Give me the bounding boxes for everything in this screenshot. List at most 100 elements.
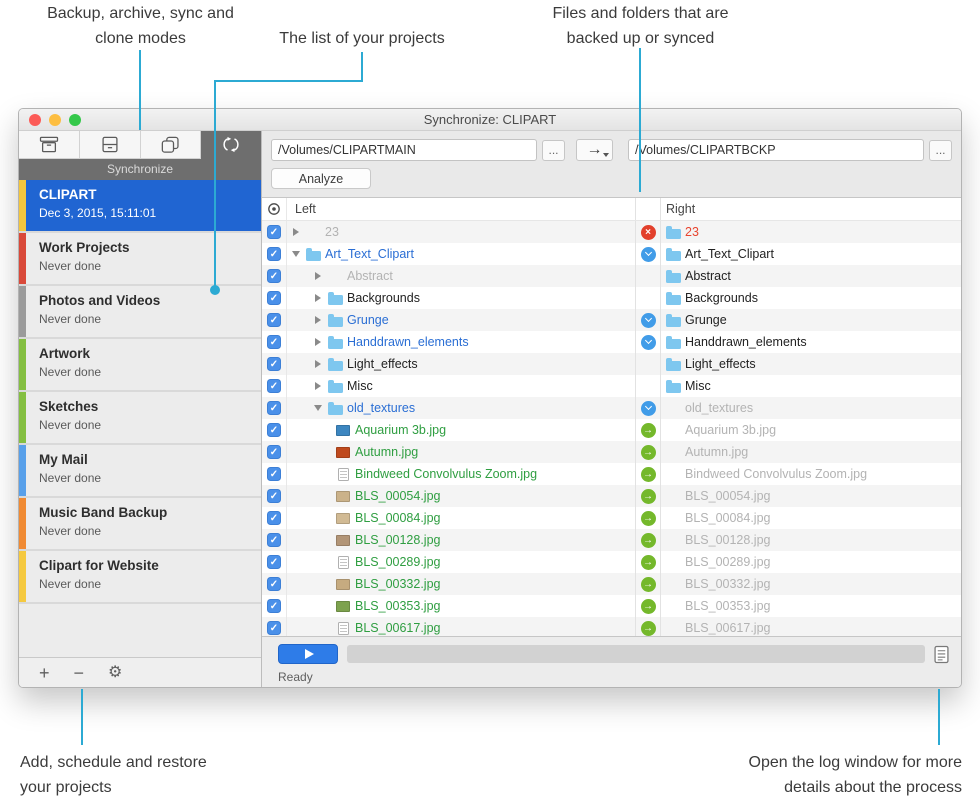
- zoom-window-button[interactable]: [69, 114, 81, 126]
- sync-direction-button[interactable]: →: [576, 139, 613, 161]
- add-project-button[interactable]: +: [39, 664, 50, 682]
- window-titlebar[interactable]: Synchronize: CLIPART: [19, 109, 961, 131]
- left-file-icon: [327, 336, 343, 349]
- right-item-name: Bindweed Convolvulus Zoom.jpg: [685, 467, 867, 481]
- project-item[interactable]: Clipart for Website Never done: [19, 551, 261, 602]
- right-item-name: BLS_00054.jpg: [685, 489, 771, 503]
- project-status: Dec 3, 2015, 15:11:01: [39, 206, 156, 220]
- disclosure-triangle-icon[interactable]: [292, 251, 300, 257]
- file-row[interactable]: ✓ Autumn.jpg → Autumn.jpg: [262, 441, 961, 463]
- file-row[interactable]: ✓ old_textures old_textures: [262, 397, 961, 419]
- row-checkbox[interactable]: ✓: [267, 357, 281, 371]
- file-row[interactable]: ✓ Bindweed Convolvulus Zoom.jpg → Bindwe…: [262, 463, 961, 485]
- open-log-button[interactable]: [934, 645, 949, 664]
- left-file-icon: [335, 579, 351, 590]
- file-row[interactable]: ✓ Aquarium 3b.jpg → Aquarium 3b.jpg: [262, 419, 961, 441]
- row-checkbox[interactable]: ✓: [267, 379, 281, 393]
- right-item-name: BLS_00617.jpg: [685, 621, 771, 635]
- left-item-name: Art_Text_Clipart: [325, 247, 414, 261]
- file-row[interactable]: ✓ Handdrawn_elements Handdrawn_elements: [262, 331, 961, 353]
- tab-archive-mode[interactable]: [80, 131, 141, 159]
- file-row[interactable]: ✓ BLS_00128.jpg → BLS_00128.jpg: [262, 529, 961, 551]
- row-checkbox[interactable]: ✓: [267, 423, 281, 437]
- file-row[interactable]: ✓ Backgrounds Backgrounds: [262, 287, 961, 309]
- file-row[interactable]: ✓ BLS_00289.jpg → BLS_00289.jpg: [262, 551, 961, 573]
- row-checkbox[interactable]: ✓: [267, 621, 281, 635]
- disclosure-triangle-icon[interactable]: [314, 405, 322, 411]
- disclosure-triangle-icon[interactable]: [315, 338, 321, 346]
- file-row[interactable]: ✓ Grunge Grunge: [262, 309, 961, 331]
- file-row[interactable]: ✓ BLS_00353.jpg → BLS_00353.jpg: [262, 595, 961, 617]
- right-path-input[interactable]: [628, 139, 924, 161]
- row-checkbox[interactable]: ✓: [267, 401, 281, 415]
- tab-sync-mode[interactable]: [201, 131, 261, 159]
- file-row[interactable]: ✓ Art_Text_Clipart Art_Text_Clipart: [262, 243, 961, 265]
- disclosure-triangle-icon[interactable]: [293, 228, 299, 236]
- project-item[interactable]: CLIPART Dec 3, 2015, 15:11:01: [19, 180, 261, 231]
- row-checkbox[interactable]: ✓: [267, 445, 281, 459]
- row-checkbox[interactable]: ✓: [267, 577, 281, 591]
- row-checkbox[interactable]: ✓: [267, 555, 281, 569]
- tab-clone-mode[interactable]: [141, 131, 202, 159]
- file-row[interactable]: ✓ BLS_00084.jpg → BLS_00084.jpg: [262, 507, 961, 529]
- tab-backup-mode[interactable]: [19, 131, 80, 159]
- gear-icon[interactable]: ⚙: [108, 664, 122, 682]
- row-checkbox[interactable]: ✓: [267, 533, 281, 547]
- project-name: Sketches: [39, 399, 101, 414]
- row-checkbox[interactable]: ✓: [267, 269, 281, 283]
- remove-project-button[interactable]: −: [74, 664, 85, 682]
- project-name: Music Band Backup: [39, 505, 167, 520]
- close-window-button[interactable]: [29, 114, 41, 126]
- file-row[interactable]: ✓ BLS_00054.jpg → BLS_00054.jpg: [262, 485, 961, 507]
- left-item-name: BLS_00054.jpg: [355, 489, 441, 503]
- row-checkbox[interactable]: ✓: [267, 247, 281, 261]
- file-row[interactable]: ✓ Light_effects Light_effects: [262, 353, 961, 375]
- row-checkbox[interactable]: ✓: [267, 313, 281, 327]
- sync-status-icon: [641, 379, 656, 394]
- disclosure-triangle-icon[interactable]: [315, 360, 321, 368]
- disclosure-triangle-icon[interactable]: [315, 272, 321, 280]
- row-checkbox[interactable]: ✓: [267, 467, 281, 481]
- right-item-name: BLS_00289.jpg: [685, 555, 771, 569]
- callout-line-add: [81, 689, 83, 745]
- left-file-icon: [335, 535, 351, 546]
- project-item[interactable]: Work Projects Never done: [19, 233, 261, 284]
- left-file-icon: [327, 314, 343, 327]
- project-name: Artwork: [39, 346, 101, 361]
- file-row[interactable]: ✓ BLS_00332.jpg → BLS_00332.jpg: [262, 573, 961, 595]
- left-file-icon: [327, 402, 343, 415]
- project-item[interactable]: Photos and Videos Never done: [19, 286, 261, 337]
- select-all-column[interactable]: [262, 198, 287, 220]
- left-file-icon: [335, 622, 351, 635]
- left-path-input[interactable]: [271, 139, 537, 161]
- row-checkbox[interactable]: ✓: [267, 225, 281, 239]
- left-file-icon: [305, 248, 321, 261]
- left-browse-button[interactable]: ...: [542, 140, 565, 161]
- project-item[interactable]: Sketches Never done: [19, 392, 261, 443]
- file-row[interactable]: ✓ BLS_00617.jpg → BLS_00617.jpg: [262, 617, 961, 636]
- row-checkbox[interactable]: ✓: [267, 511, 281, 525]
- row-checkbox[interactable]: ✓: [267, 291, 281, 305]
- analyze-button[interactable]: Analyze: [271, 168, 371, 189]
- right-browse-button[interactable]: ...: [929, 140, 952, 161]
- file-row[interactable]: ✓ 23 × 23: [262, 221, 961, 243]
- row-checkbox[interactable]: ✓: [267, 599, 281, 613]
- sidebar-footer: + − ⚙: [19, 657, 261, 687]
- disclosure-triangle-icon[interactable]: [315, 316, 321, 324]
- file-row[interactable]: ✓ Misc Misc: [262, 375, 961, 397]
- window-title: Synchronize: CLIPART: [424, 112, 556, 127]
- left-file-icon: [335, 425, 351, 436]
- selected-mode-label: Synchronize: [19, 159, 261, 180]
- project-item[interactable]: Music Band Backup Never done: [19, 498, 261, 549]
- file-row[interactable]: ✓ Abstract Abstract: [262, 265, 961, 287]
- disclosure-triangle-icon[interactable]: [315, 294, 321, 302]
- archive-mode-icon: [100, 136, 120, 153]
- disclosure-triangle-icon[interactable]: [315, 382, 321, 390]
- project-item[interactable]: Artwork Never done: [19, 339, 261, 390]
- sync-status-icon: [641, 401, 656, 416]
- start-sync-button[interactable]: [278, 644, 338, 664]
- row-checkbox[interactable]: ✓: [267, 489, 281, 503]
- minimize-window-button[interactable]: [49, 114, 61, 126]
- project-item[interactable]: My Mail Never done: [19, 445, 261, 496]
- row-checkbox[interactable]: ✓: [267, 335, 281, 349]
